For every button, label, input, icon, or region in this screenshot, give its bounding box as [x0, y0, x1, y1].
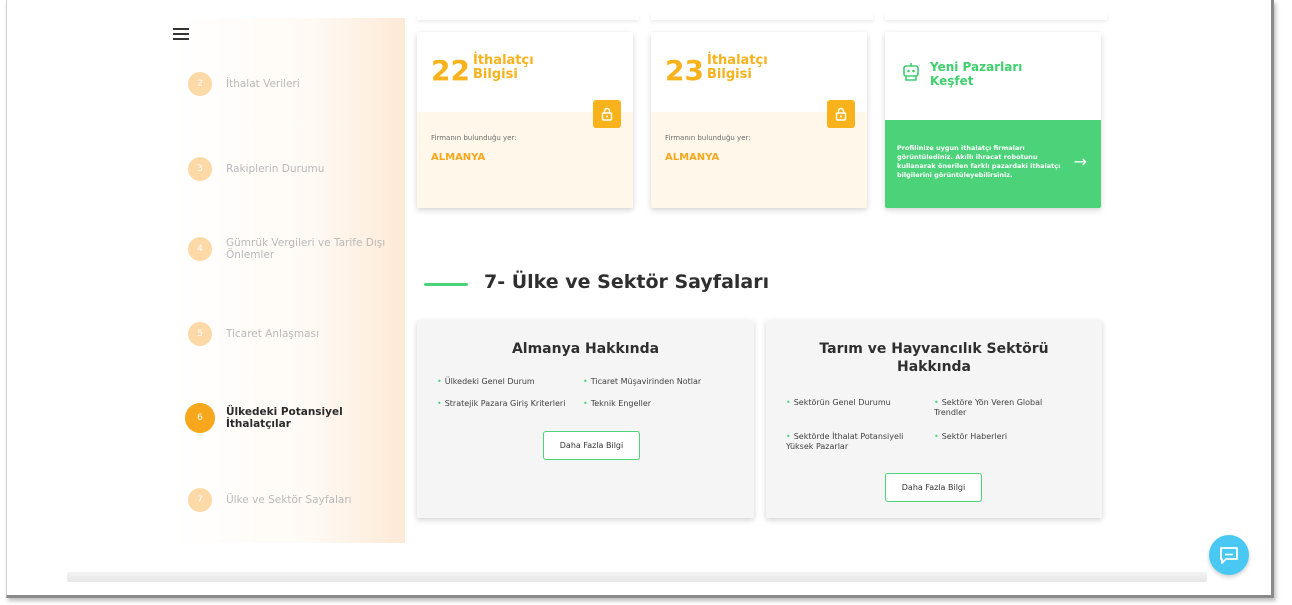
step-number: 5	[188, 322, 212, 346]
hamburger-icon[interactable]	[173, 28, 189, 43]
location-value: ALMANYA	[665, 152, 720, 163]
step-number: 4	[188, 237, 212, 261]
sidebar-item-competitors[interactable]: 3 Rakiplerin Durumu	[188, 157, 406, 181]
sidebar-item-import-data[interactable]: 2 İthalat Verileri	[188, 72, 406, 96]
sector-bullet[interactable]: • Sektörün Genel Durumu	[786, 398, 916, 408]
sidebar: 2 İthalat Verileri 3 Rakiplerin Durumu 4…	[173, 18, 405, 543]
sector-bullet[interactable]: • Sektör Haberleri	[934, 432, 1064, 442]
step-number: 3	[188, 157, 212, 181]
step-number: 2	[188, 72, 212, 96]
sector-card-title: Tarım ve Hayvancılık Sektörü Hakkında	[819, 341, 1049, 375]
more-info-button[interactable]: Daha Fazla Bilgi	[543, 431, 640, 460]
sidebar-item-country-sector[interactable]: 7 Ülke ve Sektör Sayfaları	[188, 488, 406, 512]
sidebar-item-label: Ticaret Anlaşması	[226, 328, 319, 340]
chat-icon[interactable]	[1209, 535, 1249, 575]
lock-icon[interactable]	[827, 100, 855, 128]
section-divider	[424, 283, 468, 286]
importer-label: İthalatçı Bilgisi	[473, 53, 534, 82]
card-remnant	[885, 12, 1107, 20]
importer-label: İthalatçı Bilgisi	[707, 53, 768, 82]
step-number: 6	[185, 403, 215, 433]
sidebar-item-label: Rakiplerin Durumu	[226, 163, 325, 175]
sector-info-card: Tarım ve Hayvancılık Sektörü Hakkında • S…	[766, 320, 1102, 518]
country-bullet[interactable]: • Ülkedeki Genel Durum	[437, 377, 535, 387]
card-remnant	[417, 12, 639, 20]
importer-card[interactable]: 22 İthalatçı Bilgisi Firmanın bulunduğu …	[417, 32, 633, 208]
browser-window: 2 İthalat Verileri 3 Rakiplerin Durumu 4…	[6, 0, 1274, 598]
importer-number: 23	[665, 54, 704, 87]
sidebar-item-label: Ülke ve Sektör Sayfaları	[226, 494, 352, 506]
importer-card[interactable]: 23 İthalatçı Bilgisi Firmanın bulunduğu …	[651, 32, 867, 208]
card-remnant	[651, 12, 873, 20]
sidebar-item-label: İthalat Verileri	[226, 78, 300, 90]
sector-bullet[interactable]: • Sektöre Yön Veren Global Trendler	[934, 398, 1064, 418]
country-bullet[interactable]: • Stratejik Pazara Giriş Kriterleri	[437, 399, 565, 409]
step-number: 7	[188, 488, 212, 512]
discover-description: Profilinize uygun ithalatçı firmaları gö…	[897, 144, 1061, 179]
country-card-title: Almanya Hakkında	[511, 341, 660, 357]
location-value: ALMANYA	[431, 152, 486, 163]
sidebar-item-label: Ülkedeki Potansiyel İthalatçılar	[226, 406, 343, 430]
country-bullet[interactable]: • Ticaret Müşavirinden Notlar	[583, 377, 701, 387]
sidebar-item-trade-agreement[interactable]: 5 Ticaret Anlaşması	[188, 322, 406, 346]
more-info-button[interactable]: Daha Fazla Bilgi	[885, 473, 982, 502]
sidebar-item-customs[interactable]: 4 Gümrük Vergileri ve Tarife Dışı Önleml…	[188, 237, 406, 261]
importer-number: 22	[431, 54, 470, 87]
discover-title: Yeni Pazarları Keşfet	[930, 60, 1023, 88]
robot-icon	[901, 62, 921, 86]
section-title: 7- Ülke ve Sektör Sayfaları	[484, 271, 770, 293]
location-label: Firmanın bulunduğu yer:	[665, 134, 751, 142]
arrow-right-icon[interactable]: →	[1074, 152, 1087, 171]
country-bullet[interactable]: • Teknik Engeller	[583, 399, 651, 409]
sidebar-item-potential-importers[interactable]: 6 Ülkedeki Potansiyel İthalatçılar	[185, 403, 356, 433]
country-info-card: Almanya Hakkında • Ülkedeki Genel Durum •…	[417, 320, 754, 518]
location-label: Firmanın bulunduğu yer:	[431, 134, 517, 142]
discover-markets-card[interactable]: Yeni Pazarları Keşfet Profilinize uygun …	[885, 32, 1101, 208]
sidebar-item-label: Gümrük Vergileri ve Tarife Dışı Önlemler	[226, 237, 386, 261]
sector-bullet[interactable]: • Sektörde İthalat Potansiyeli Yüksek Paz…	[786, 432, 916, 452]
footer-bar	[67, 572, 1207, 582]
lock-icon[interactable]	[593, 100, 621, 128]
